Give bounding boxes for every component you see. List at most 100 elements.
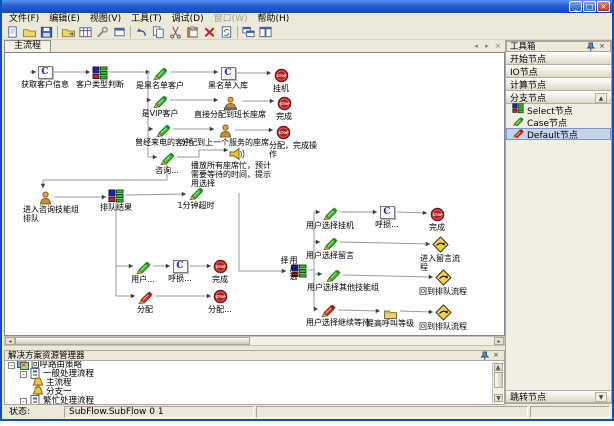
svg-text:STOP: STOP (432, 213, 443, 217)
properties-button[interactable] (77, 25, 94, 39)
open-button[interactable] (21, 25, 38, 39)
status-label: 状态: (4, 406, 62, 418)
flow-node-label: 呼损... (162, 274, 198, 283)
tile-windows-button[interactable] (257, 25, 274, 39)
add-existing-button[interactable] (60, 25, 77, 39)
tree-item-2[interactable]: 主流程 (5, 379, 504, 388)
tab-main-flow[interactable]: 主流程 (4, 40, 51, 52)
toolbar-separator (237, 26, 238, 38)
scroll-up-icon[interactable]: ▲ (595, 93, 607, 103)
flow-node-c-23[interactable]: C (380, 206, 395, 219)
scroll-right-icon[interactable]: ▸ (494, 337, 504, 345)
cascade-windows-button[interactable] (240, 25, 257, 39)
restore-button[interactable]: □ (583, 1, 596, 12)
minimize-button[interactable]: _ (569, 1, 582, 12)
solution-explorer-panel: 解决方案资源管理器 × -回呼路由策略-一般处理流程主流程分支一-繁忙处理流程主… (4, 350, 505, 405)
tree-item-4[interactable]: - 繁忙处理流程 (5, 397, 504, 405)
toolbox-item-2[interactable]: Default节点 (506, 128, 611, 140)
toolbar-separator (57, 26, 58, 38)
flow-node-label: 排队结果 (94, 203, 138, 212)
tab-scroll-right-icon[interactable]: ▸ (482, 42, 492, 52)
flow-node-c-3[interactable]: C (221, 67, 236, 80)
expander-icon[interactable]: - (20, 398, 27, 405)
expander-icon[interactable]: - (8, 362, 15, 369)
toolbox-category-label: 计算节点 (510, 78, 546, 91)
flow-node-label: 播放所有座席忙，预计 需要等待的时间，提示 用选择 (191, 161, 283, 188)
scroll-down-icon[interactable]: ▼ (494, 394, 503, 402)
node-type-icon (512, 127, 524, 141)
app-window: _ □ × 文件(F)编辑(E)视图(V)工具(T)调试(D)窗口(W)帮助(H… (0, 0, 614, 421)
status-cell-empty (256, 406, 528, 418)
expander-icon[interactable]: - (20, 371, 27, 378)
flow-node-c-0[interactable]: C (38, 66, 53, 79)
flow-node-label: 用户选择 (280, 256, 298, 286)
close-icon[interactable]: × (491, 351, 501, 360)
pin-icon[interactable] (479, 351, 489, 360)
svg-text:STOP: STOP (278, 131, 289, 135)
flow-node-label: 直接分配到班长座席 (184, 110, 276, 119)
toolbox-category-2[interactable]: 计算节点 (506, 78, 611, 91)
flow-node-label: 客户类型判断 (70, 80, 130, 89)
tab-close-icon[interactable]: × (493, 42, 503, 52)
flow-node-label: 用户... (125, 275, 161, 284)
toolbox-item-label: Default节点 (527, 128, 578, 141)
new-button[interactable] (4, 25, 21, 39)
flow-node-label: 用户选择挂机 (300, 221, 360, 230)
flow-node-label: 完成 (269, 112, 299, 121)
toolbox-category-0[interactable]: 开始节点 (506, 52, 611, 65)
toolbox-category-1[interactable]: IO节点 (506, 65, 611, 78)
canvas-hscrollbar[interactable]: ◂ ▸ (4, 336, 505, 346)
svg-text:STOP: STOP (279, 102, 290, 106)
scroll-up-icon[interactable]: ▲ (494, 363, 503, 371)
explorer-header: 解决方案资源管理器 × (4, 350, 505, 361)
menu-item-5: 窗口(W) (209, 13, 253, 25)
menu-item-4[interactable]: 调试(D) (167, 13, 209, 25)
flow-node-label: 分配... (202, 305, 238, 314)
explorer-title: 解决方案资源管理器 (8, 351, 477, 361)
scroll-left-icon[interactable]: ◂ (5, 337, 15, 345)
flow-node-label: 分配，完成操 作 (269, 141, 325, 159)
tree-item-1[interactable]: -一般处理流程 (5, 370, 504, 379)
vscroll-thumb[interactable] (494, 372, 503, 388)
save-button[interactable] (38, 25, 55, 39)
status-cell-empty2 (530, 406, 610, 418)
menu-item-2[interactable]: 视图(V) (85, 13, 126, 25)
cut-button[interactable] (167, 25, 184, 39)
refresh-button[interactable] (218, 25, 235, 39)
menu-item-1[interactable]: 编辑(E) (44, 13, 85, 25)
flow-node-c-17[interactable]: C (173, 260, 188, 273)
view-window-button[interactable] (111, 25, 128, 39)
tree-item-label: 繁忙处理流程 (43, 397, 94, 405)
flow-node-label: 回到排队流程 (414, 322, 472, 331)
tab-scroll-left-icon[interactable]: ◂ (471, 42, 481, 52)
flow-node-label: 咨询... (147, 166, 187, 175)
explorer-vscrollbar[interactable]: ▲ ▼ (492, 362, 503, 403)
status-bar: 状态: SubFlow.SubFlow 0 1 (2, 405, 612, 419)
undo-button[interactable] (133, 25, 150, 39)
toolbox-category-label: IO节点 (510, 65, 538, 78)
flow-canvas[interactable]: C获取客户信息客户类型判断是黑名单客户C黑名单入库STOP挂机是VIP客户直接分… (4, 52, 505, 336)
paste-button[interactable] (184, 25, 201, 39)
flow-node-label: 挂机 (266, 84, 296, 93)
hscroll-thumb[interactable] (15, 337, 250, 345)
toolbox-category-label: 跳转节点 (510, 390, 546, 403)
copy-button[interactable] (150, 25, 167, 39)
svg-text:STOP: STOP (215, 295, 226, 299)
delete-button[interactable] (201, 25, 218, 39)
menu-item-6[interactable]: 帮助(H) (253, 13, 295, 25)
flow-node-label: 进入咨询技能组 排队 (23, 205, 91, 223)
canvas-tab-strip: 主流程 ◂ ▸ × (4, 40, 505, 52)
menu-item-3[interactable]: 工具(T) (126, 13, 167, 25)
flow-node-label: 分配 (130, 305, 160, 314)
flow-node-label: 回到排队流程 (414, 287, 472, 296)
chevron-down-icon[interactable]: ▼ (595, 392, 607, 402)
pin-icon[interactable] (585, 42, 595, 51)
close-button[interactable]: × (597, 1, 610, 12)
toolbox-header: 工具箱 × (506, 41, 611, 52)
flow-node-label: 是VIP客户 (132, 109, 188, 118)
flow-node-label: 呼损... (369, 220, 405, 229)
close-icon[interactable]: × (597, 42, 607, 51)
toolbox-category-jump[interactable]: 跳转节点 ▼ (506, 390, 611, 403)
menu-item-0[interactable]: 文件(F) (4, 13, 44, 25)
tools-button[interactable] (94, 25, 111, 39)
